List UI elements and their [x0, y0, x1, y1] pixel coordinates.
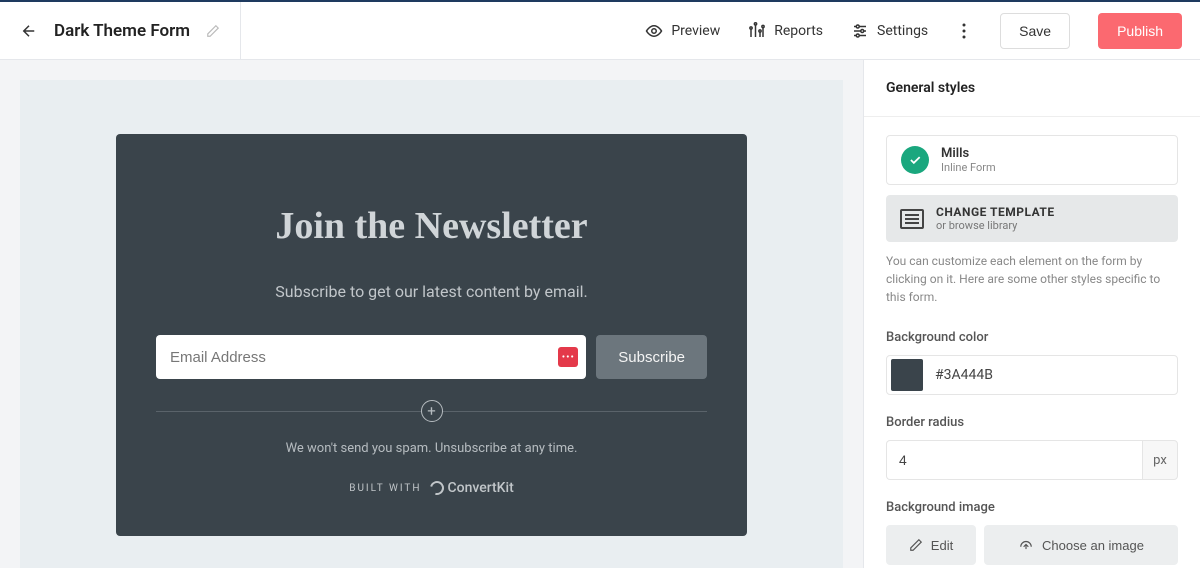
document-icon — [900, 209, 924, 229]
built-with-label: BUILT WITH — [349, 483, 421, 494]
edit-label: Edit — [931, 538, 953, 553]
publish-button[interactable]: Publish — [1098, 13, 1182, 49]
form-subheading[interactable]: Subscribe to get our latest content by e… — [156, 282, 707, 301]
current-template-card[interactable]: Mills Inline Form — [886, 135, 1178, 185]
settings-link[interactable]: Settings — [851, 22, 928, 40]
brand-name: ConvertKit — [448, 480, 514, 496]
choose-label: Choose an image — [1042, 538, 1144, 553]
edit-title-icon[interactable] — [206, 24, 220, 38]
border-radius-label: Border radius — [886, 415, 1178, 430]
form-footer-text[interactable]: We won't send you spam. Unsubscribe at a… — [156, 441, 707, 456]
change-template-button[interactable]: CHANGE TEMPLATE or browse library — [886, 195, 1178, 242]
built-with-badge[interactable]: BUILT WITH ConvertKit — [156, 480, 707, 496]
back-button[interactable] — [20, 22, 38, 40]
reports-link[interactable]: Reports — [748, 22, 823, 40]
top-actions: Preview Reports Settings Save Publish — [645, 13, 1200, 49]
check-icon — [901, 146, 929, 174]
email-input[interactable] — [156, 335, 586, 379]
reports-label: Reports — [774, 23, 823, 39]
template-name: Mills — [941, 146, 996, 161]
properties-panel: General styles Mills Inline Form CHANGE … — [863, 60, 1200, 568]
bg-image-edit-button[interactable]: Edit — [886, 525, 976, 565]
settings-label: Settings — [877, 23, 928, 39]
preview-link[interactable]: Preview — [645, 22, 720, 40]
border-radius-input[interactable] — [886, 440, 1142, 480]
more-menu-button[interactable] — [956, 23, 972, 39]
form-preview[interactable]: Join the Newsletter Subscribe to get our… — [116, 134, 747, 536]
add-field-button[interactable]: + — [421, 400, 443, 422]
panel-hint: You can customize each element on the fo… — [886, 252, 1178, 306]
change-template-title: CHANGE TEMPLATE — [936, 205, 1055, 219]
color-swatch[interactable] — [891, 359, 923, 391]
canvas-area: Join the Newsletter Subscribe to get our… — [0, 60, 863, 568]
bg-image-choose-button[interactable]: Choose an image — [984, 525, 1178, 565]
bg-image-label: Background image — [886, 500, 1178, 515]
field-options-icon[interactable]: ••• — [558, 347, 578, 367]
page-title: Dark Theme Form — [54, 21, 190, 41]
preview-label: Preview — [671, 23, 720, 39]
bg-color-value: #3A444B — [935, 367, 993, 383]
convertkit-icon — [427, 478, 446, 497]
form-heading[interactable]: Join the Newsletter — [156, 204, 707, 248]
save-button[interactable]: Save — [1000, 13, 1070, 49]
border-radius-unit: px — [1142, 440, 1178, 480]
panel-title: General styles — [864, 60, 1200, 116]
change-template-sub: or browse library — [936, 219, 1055, 232]
title-area: Dark Theme Form — [0, 2, 241, 59]
template-type: Inline Form — [941, 161, 996, 174]
bg-color-input[interactable]: #3A444B — [886, 355, 1178, 395]
subscribe-button[interactable]: Subscribe — [596, 335, 707, 379]
bg-color-label: Background color — [886, 330, 1178, 345]
top-bar: Dark Theme Form Preview Reports Settings — [0, 2, 1200, 60]
